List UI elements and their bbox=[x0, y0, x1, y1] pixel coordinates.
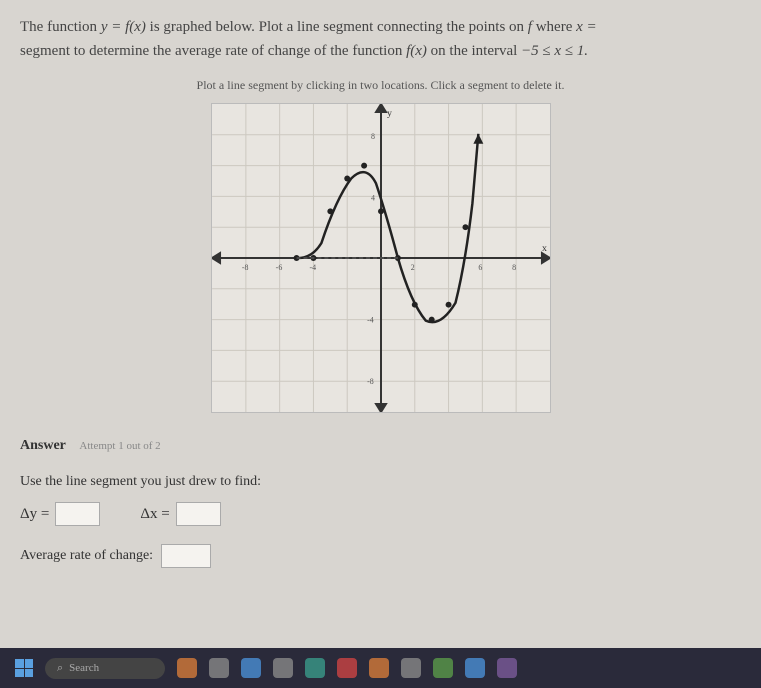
taskbar-app-icon[interactable] bbox=[241, 658, 261, 678]
delta-x-input[interactable] bbox=[176, 502, 221, 526]
y-axis-label: y bbox=[386, 108, 391, 119]
plot-instruction: Plot a line segment by clicking in two l… bbox=[20, 78, 741, 93]
taskbar-app-icon[interactable] bbox=[305, 658, 325, 678]
svg-text:-6: -6 bbox=[275, 263, 282, 272]
q-eq-1: y = f(x) bbox=[101, 19, 146, 35]
taskbar-app-icon[interactable] bbox=[209, 658, 229, 678]
taskbar-app-icon[interactable] bbox=[401, 658, 421, 678]
svg-text:4: 4 bbox=[371, 193, 375, 202]
svg-text:6: 6 bbox=[478, 263, 482, 272]
svg-text:-8: -8 bbox=[367, 377, 374, 386]
q-text-1: The function bbox=[20, 19, 101, 35]
delta-x-label: Δx = bbox=[140, 506, 169, 523]
x-axis-label: x bbox=[541, 243, 546, 254]
delta-y-group: Δy = bbox=[20, 502, 100, 526]
taskbar-app-icon[interactable] bbox=[433, 658, 453, 678]
search-placeholder: Search bbox=[69, 662, 99, 674]
average-rate-input[interactable] bbox=[161, 544, 211, 568]
svg-text:-4: -4 bbox=[309, 263, 316, 272]
answer-label: Answer bbox=[20, 438, 66, 453]
taskbar-app-icon[interactable] bbox=[177, 658, 197, 678]
q-fvar: f bbox=[528, 19, 532, 35]
svg-text:8: 8 bbox=[371, 132, 375, 141]
taskbar-search[interactable]: ⌕ Search bbox=[45, 658, 165, 679]
svg-text:2: 2 bbox=[410, 263, 414, 272]
windows-taskbar[interactable]: ⌕ Search bbox=[0, 648, 761, 688]
question-text: The function y = f(x) is graphed below. … bbox=[20, 15, 741, 63]
function-curve bbox=[296, 134, 478, 322]
taskbar-app-icon[interactable] bbox=[369, 658, 389, 678]
graph-canvas[interactable]: x y -8 -6 -4 2 6 8 8 4 -4 -8 bbox=[211, 103, 551, 413]
taskbar-app-icon[interactable] bbox=[337, 658, 357, 678]
taskbar-app-icon[interactable] bbox=[465, 658, 485, 678]
start-button[interactable] bbox=[15, 659, 33, 677]
q-text-4: segment to determine the average rate of… bbox=[20, 43, 406, 59]
q-eq-2: x = bbox=[576, 19, 597, 35]
taskbar-app-icon[interactable] bbox=[273, 658, 293, 678]
attempt-counter: Attempt 1 out of 2 bbox=[79, 440, 160, 452]
q-text-5: on the interval bbox=[431, 43, 521, 59]
q-eq-4: −5 ≤ x ≤ 1. bbox=[521, 43, 588, 59]
average-rate-row: Average rate of change: bbox=[20, 544, 741, 568]
answer-section: Answer Attempt 1 out of 2 bbox=[20, 438, 741, 454]
delta-inputs-row: Δy = Δx = bbox=[20, 502, 741, 526]
svg-text:8: 8 bbox=[512, 263, 516, 272]
find-instruction: Use the line segment you just drew to fi… bbox=[20, 474, 741, 490]
average-rate-label: Average rate of change: bbox=[20, 548, 153, 564]
function-graph[interactable]: x y -8 -6 -4 2 6 8 8 4 -4 -8 bbox=[212, 104, 550, 412]
q-eq-3: f(x) bbox=[406, 43, 427, 59]
taskbar-app-icon[interactable] bbox=[497, 658, 517, 678]
svg-text:-8: -8 bbox=[241, 263, 248, 272]
q-text-3: where bbox=[536, 19, 576, 35]
search-icon: ⌕ bbox=[57, 662, 63, 675]
q-text-2: is graphed below. Plot a line segment co… bbox=[150, 19, 528, 35]
delta-x-group: Δx = bbox=[140, 502, 220, 526]
delta-y-input[interactable] bbox=[55, 502, 100, 526]
delta-y-label: Δy = bbox=[20, 506, 49, 523]
svg-text:-4: -4 bbox=[367, 316, 374, 325]
